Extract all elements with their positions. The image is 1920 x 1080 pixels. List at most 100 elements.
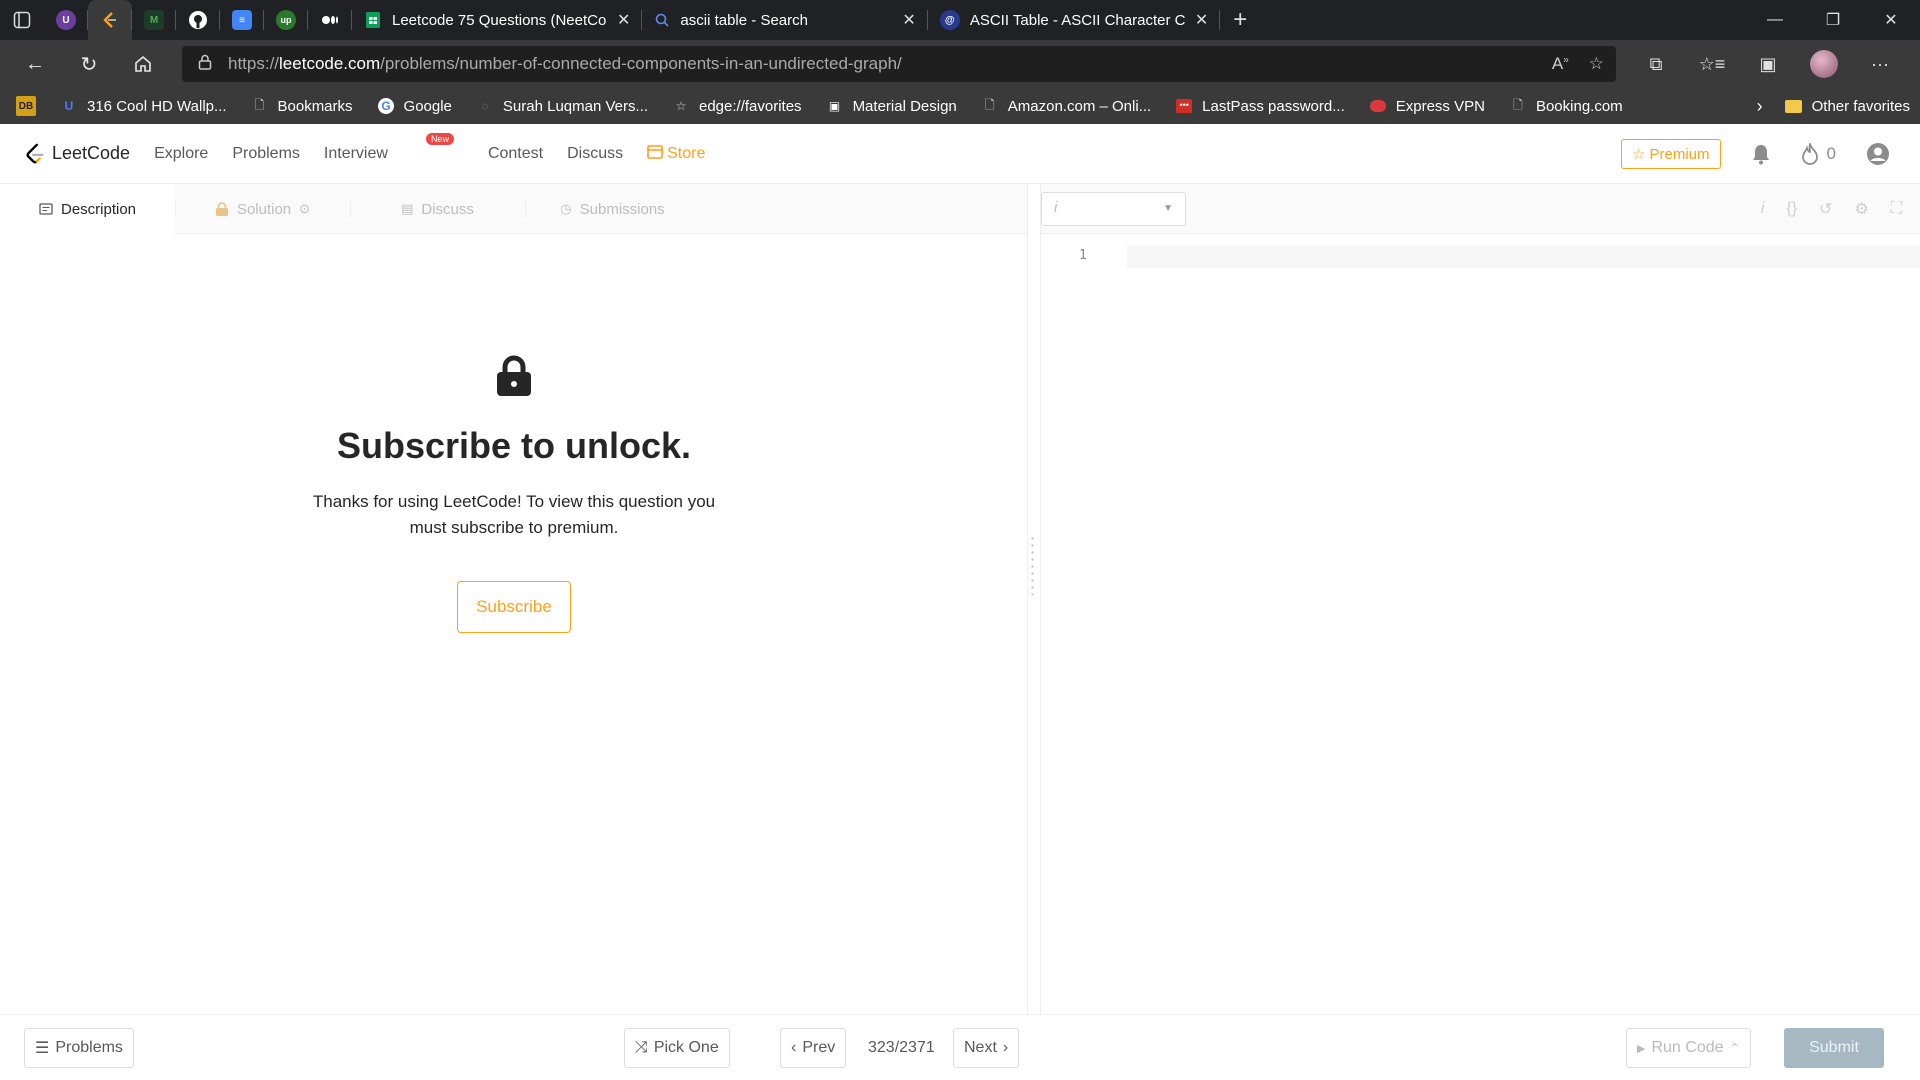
- submit-button[interactable]: Submit: [1784, 1028, 1884, 1068]
- new-tab-button[interactable]: +: [1220, 0, 1260, 40]
- more-menu-icon[interactable]: ···: [1852, 40, 1908, 88]
- tab-ascii-search[interactable]: ascii table - Search ✕: [642, 0, 929, 40]
- subscribe-button[interactable]: Subscribe: [457, 581, 571, 633]
- settings-icon[interactable]: ⚙: [1854, 199, 1868, 219]
- info-icon[interactable]: i: [1761, 200, 1765, 218]
- tab-title: ascii table - Search: [680, 11, 808, 29]
- pinned-tab-medium[interactable]: [308, 0, 352, 40]
- bookmark-label: Material Design: [852, 97, 957, 115]
- nav-interview[interactable]: Interview New: [323, 132, 464, 163]
- bookmark-item[interactable]: 🗋 Amazon.com – Onli...: [981, 97, 1151, 115]
- tab-actions-icon[interactable]: [0, 0, 44, 40]
- prev-button[interactable]: ‹ Prev: [780, 1028, 847, 1068]
- collections-icon[interactable]: ▣: [1740, 40, 1796, 88]
- pick-one-button[interactable]: ⤨ Pick One: [624, 1028, 730, 1068]
- close-window-icon[interactable]: ✕: [1862, 0, 1920, 40]
- lock-title: Subscribe to unlock.: [336, 425, 692, 466]
- tab-ascii-table[interactable]: @ ASCII Table - ASCII Character Co ✕: [928, 0, 1221, 40]
- close-tab-icon[interactable]: ✕: [1195, 10, 1208, 30]
- tab-solution[interactable]: Solution ⊙: [175, 184, 350, 234]
- medium-icon: M: [144, 10, 164, 30]
- fullscreen-icon[interactable]: ⛶: [1891, 200, 1902, 218]
- bell-icon[interactable]: [1751, 143, 1771, 165]
- folder-icon: [1785, 97, 1803, 115]
- bookmark-item[interactable]: ☆ edge://favorites: [672, 97, 802, 115]
- url-scheme: https://: [228, 54, 280, 73]
- favorites-icon[interactable]: ☆≡: [1684, 40, 1740, 88]
- restore-icon[interactable]: ❐: [1804, 0, 1862, 40]
- minimize-icon[interactable]: —: [1746, 0, 1804, 40]
- reset-icon[interactable]: ↺: [1819, 199, 1832, 219]
- pinned-tab-1[interactable]: U: [44, 0, 88, 40]
- pinned-tab-upwork[interactable]: up: [264, 0, 308, 40]
- pinned-tab-3[interactable]: M: [132, 0, 176, 40]
- nav-contest[interactable]: Contest: [488, 145, 543, 163]
- tab-leetcode-75[interactable]: Leetcode 75 Questions (NeetCo ✕: [352, 0, 643, 40]
- problems-list-button[interactable]: ☰ Problems: [24, 1028, 134, 1068]
- new-badge: New: [425, 132, 454, 145]
- url-path: /problems/number-of-connected-components…: [380, 54, 902, 73]
- tab-description[interactable]: Description: [0, 184, 175, 234]
- read-aloud-icon[interactable]: A»: [1552, 54, 1569, 74]
- premium-button[interactable]: ☆ Premium: [1620, 139, 1721, 169]
- next-button[interactable]: Next ›: [953, 1028, 1020, 1068]
- language-select-value: i: [1054, 199, 1058, 216]
- pinned-tab-leetcode[interactable]: [88, 0, 132, 40]
- bookmark-label: Express VPN: [1395, 97, 1485, 115]
- bookmark-label: LastPass password...: [1202, 97, 1345, 115]
- other-favorites[interactable]: Other favorites: [1785, 97, 1910, 115]
- nav-problems[interactable]: Problems: [232, 145, 300, 163]
- bookmark-item[interactable]: G Google: [377, 97, 452, 115]
- search-icon: [656, 13, 669, 27]
- nav-store[interactable]: Store: [647, 145, 729, 163]
- url-field[interactable]: https://leetcode.com/problems/number-of-…: [182, 46, 1616, 82]
- user-avatar-icon[interactable]: [1866, 142, 1890, 166]
- padlock-icon: [497, 355, 531, 396]
- profile-avatar[interactable]: [1796, 40, 1852, 88]
- bookmark-item[interactable]: U 316 Cool HD Wallp...: [60, 97, 227, 115]
- leetcode-favicon-icon: [103, 12, 116, 28]
- leetcode-logo[interactable]: LeetCode: [24, 143, 130, 165]
- bookmark-item[interactable]: ▣ Material Design: [826, 97, 957, 115]
- pane-resize-handle[interactable]: [1031, 535, 1034, 595]
- svg-text:G: G: [381, 99, 390, 113]
- tab-solution-label: Solution: [236, 200, 292, 218]
- bookmark-item[interactable]: 🗋 Booking.com: [1509, 97, 1623, 115]
- back-icon[interactable]: ←: [8, 40, 62, 88]
- run-code-button[interactable]: ▶ Run Code ⌃: [1626, 1028, 1751, 1068]
- bookmark-db[interactable]: DB: [16, 96, 36, 116]
- home-icon[interactable]: [116, 40, 170, 88]
- language-select[interactable]: i ▼: [1041, 192, 1186, 226]
- db-icon: DB: [16, 96, 36, 116]
- tab-submissions[interactable]: ◷ Submissions: [525, 184, 700, 234]
- discuss-icon: ▤: [401, 201, 414, 216]
- page-icon: 🗋: [254, 97, 265, 112]
- tab-discuss-label: Discuss: [421, 200, 474, 218]
- extensions-icon[interactable]: ⧉: [1628, 40, 1684, 88]
- premium-label: Premium: [1649, 146, 1710, 163]
- nav-store-label: Store: [667, 144, 706, 162]
- bookmark-item[interactable]: Express VPN: [1369, 97, 1485, 115]
- description-icon: [39, 203, 53, 215]
- bookmark-label: Surah Luqman Vers...: [502, 97, 648, 115]
- pinned-tab-docs[interactable]: ≡: [220, 0, 264, 40]
- store-icon: [647, 144, 663, 159]
- nav-discuss[interactable]: Discuss: [567, 145, 623, 163]
- nav-interview-label: Interview: [323, 144, 388, 162]
- close-tab-icon[interactable]: ✕: [617, 10, 630, 30]
- main-nav: Explore Problems Interview New Contest Di…: [154, 132, 753, 163]
- tab-discuss[interactable]: ▤ Discuss: [350, 184, 525, 234]
- chevron-right-icon[interactable]: ›: [1757, 96, 1763, 117]
- add-favorite-icon[interactable]: ☆: [1589, 54, 1604, 74]
- refresh-icon[interactable]: ↻: [62, 40, 116, 88]
- close-tab-icon[interactable]: ✕: [902, 10, 915, 30]
- braces-icon[interactable]: {}: [1786, 200, 1797, 218]
- bookmark-item[interactable]: ◌ Surah Luqman Vers...: [476, 97, 648, 115]
- pinned-tab-github[interactable]: [176, 0, 220, 40]
- upwork-icon: up: [276, 10, 296, 30]
- nav-explore[interactable]: Explore: [154, 145, 208, 163]
- editor-line[interactable]: 1: [1041, 246, 1920, 268]
- bookmark-item[interactable]: ••• LastPass password...: [1175, 97, 1345, 115]
- bookmark-item[interactable]: 🗋 Bookmarks: [251, 97, 353, 115]
- streak-counter[interactable]: 0: [1801, 143, 1836, 165]
